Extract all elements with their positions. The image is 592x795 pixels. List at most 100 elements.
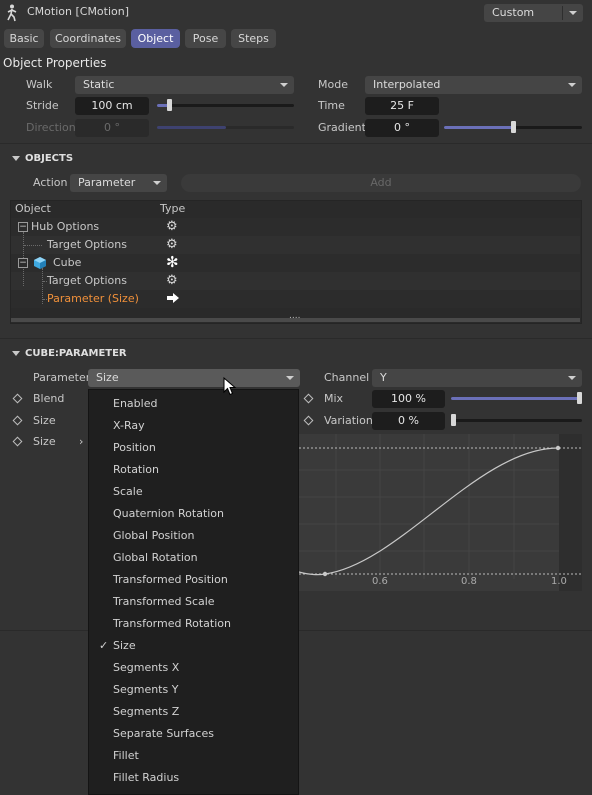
variation-slider[interactable] (451, 414, 582, 426)
tree-item-label: Target Options (47, 238, 127, 251)
menu-item-enabled[interactable]: Enabled (89, 393, 298, 415)
objects-section-header[interactable]: OBJECTS (0, 150, 592, 168)
tree-item-label: Cube (53, 256, 82, 269)
keyframe-diamond-icon[interactable] (303, 393, 314, 404)
add-button-label: Add (370, 176, 392, 189)
list-item[interactable] (11, 254, 580, 272)
menu-item-fillet-radius[interactable]: Fillet Radius (89, 767, 298, 789)
mix-slider[interactable] (451, 392, 582, 404)
menu-item-position[interactable]: Position (89, 437, 298, 459)
stride-slider-knob[interactable] (167, 99, 173, 111)
parameter-value: Size (96, 371, 119, 384)
mix-label: Mix (324, 392, 344, 405)
add-button: Add (181, 174, 581, 192)
direction-label: Direction (26, 121, 76, 134)
tab-object[interactable]: Object (131, 29, 180, 48)
divider (0, 143, 592, 144)
cube-parameter-title: CUBE:PARAMETER (25, 348, 127, 359)
time-field[interactable]: 25 F (365, 97, 439, 115)
tree-item-label: Target Options (47, 274, 127, 287)
chevron-right-icon[interactable]: › (79, 433, 83, 451)
tree-item-label-highlighted: Parameter (Size) (47, 292, 139, 305)
menu-item-rotation[interactable]: Rotation (89, 459, 298, 481)
variation-label: Variation (324, 414, 373, 427)
preset-dropdown[interactable]: Custom (484, 4, 583, 22)
keyframe-diamond-icon[interactable] (12, 415, 23, 426)
stride-label: Stride (26, 99, 59, 112)
mode-dropdown[interactable]: Interpolated (365, 76, 582, 94)
window-title: CMotion [CMotion] (27, 5, 130, 18)
menu-item-segments-x[interactable]: Segments X (89, 657, 298, 679)
action-label: Action (33, 176, 68, 189)
keyframe-diamond-icon[interactable] (12, 393, 23, 404)
collapse-triangle-icon (12, 156, 20, 161)
keyframe-diamond-icon[interactable] (12, 436, 23, 447)
tab-basic[interactable]: Basic (4, 29, 44, 48)
chevron-down-icon (568, 83, 576, 87)
column-header-type[interactable]: Type (160, 200, 185, 218)
gradient-field[interactable]: 0 ° (365, 119, 439, 137)
column-header-object[interactable]: Object (15, 200, 51, 218)
tab-coordinates[interactable]: Coordinates (50, 29, 126, 48)
chevron-down-icon (286, 376, 294, 380)
stride-field[interactable]: 100 cm (75, 97, 149, 115)
preset-value: Custom (492, 6, 535, 19)
menu-item-transformed-position[interactable]: Transformed Position (89, 569, 298, 591)
menu-item-size[interactable]: Size (89, 635, 298, 657)
mix-slider-fill (451, 397, 582, 400)
variation-field[interactable]: 0 % (372, 412, 445, 430)
cube-parameter-section-header[interactable]: CUBE:PARAMETER (0, 345, 592, 363)
channel-dropdown[interactable]: Y (372, 369, 582, 387)
gradient-label: Gradient (318, 121, 366, 134)
gradient-slider[interactable] (444, 121, 582, 133)
tab-steps[interactable]: Steps (231, 29, 276, 48)
action-value: Parameter (78, 176, 136, 189)
menu-item-scale[interactable]: Scale (89, 481, 298, 503)
action-dropdown[interactable]: Parameter (70, 174, 167, 192)
menu-item-transformed-scale[interactable]: Transformed Scale (89, 591, 298, 613)
graph-tick-label: 1.0 (551, 576, 567, 587)
mix-field[interactable]: 100 % (372, 390, 445, 408)
walk-dropdown[interactable]: Static (75, 76, 294, 94)
menu-item-segments-z[interactable]: Segments Z (89, 701, 298, 723)
spline-graph[interactable] (298, 434, 582, 591)
menu-item-transformed-rotation[interactable]: Transformed Rotation (89, 613, 298, 635)
graph-tick-label: 0.8 (461, 576, 477, 587)
tree-item-label: Hub Options (31, 220, 100, 233)
menu-item-fillet[interactable]: Fillet (89, 745, 298, 767)
gradient-slider-knob[interactable] (511, 121, 516, 133)
collapse-icon[interactable]: − (18, 222, 28, 232)
parameter-label: Parameter (33, 371, 91, 384)
menu-item-global-rotation[interactable]: Global Rotation (89, 547, 298, 569)
arrow-right-icon (166, 292, 180, 304)
time-label: Time (318, 99, 345, 112)
menu-item-separate-surfaces[interactable]: Separate Surfaces (89, 723, 298, 745)
divider (0, 338, 592, 339)
graph-tick-label: 0.6 (372, 576, 388, 587)
parameter-dropdown-menu[interactable]: Enabled X-Ray Position Rotation Scale Qu… (88, 389, 299, 795)
collapse-icon[interactable]: − (18, 258, 28, 268)
direction-slider (157, 126, 294, 129)
keyframe-diamond-icon[interactable] (303, 415, 314, 426)
chevron-down-icon (568, 376, 576, 380)
spline-graph-svg (298, 434, 582, 591)
parameter-dropdown[interactable]: Size (88, 369, 300, 387)
gear-icon: ⚙ (166, 237, 178, 252)
stride-slider[interactable] (157, 99, 294, 111)
tab-pose[interactable]: Pose (185, 29, 226, 48)
gear-icon: ⚙ (166, 273, 178, 288)
size-label: Size (33, 414, 56, 427)
menu-item-segments-y[interactable]: Segments Y (89, 679, 298, 701)
chevron-down-icon (153, 181, 161, 185)
variation-slider-knob[interactable] (451, 414, 456, 426)
gradient-slider-fill (444, 126, 513, 129)
tree-line (24, 245, 42, 246)
asterisk-icon: ✻ (166, 253, 179, 271)
resize-handle[interactable]: .... (289, 311, 300, 321)
menu-item-quaternion-rotation[interactable]: Quaternion Rotation (89, 503, 298, 525)
channel-value: Y (380, 371, 387, 384)
mode-label: Mode (318, 78, 348, 91)
mix-slider-knob[interactable] (577, 392, 582, 404)
menu-item-global-position[interactable]: Global Position (89, 525, 298, 547)
menu-item-x-ray[interactable]: X-Ray (89, 415, 298, 437)
